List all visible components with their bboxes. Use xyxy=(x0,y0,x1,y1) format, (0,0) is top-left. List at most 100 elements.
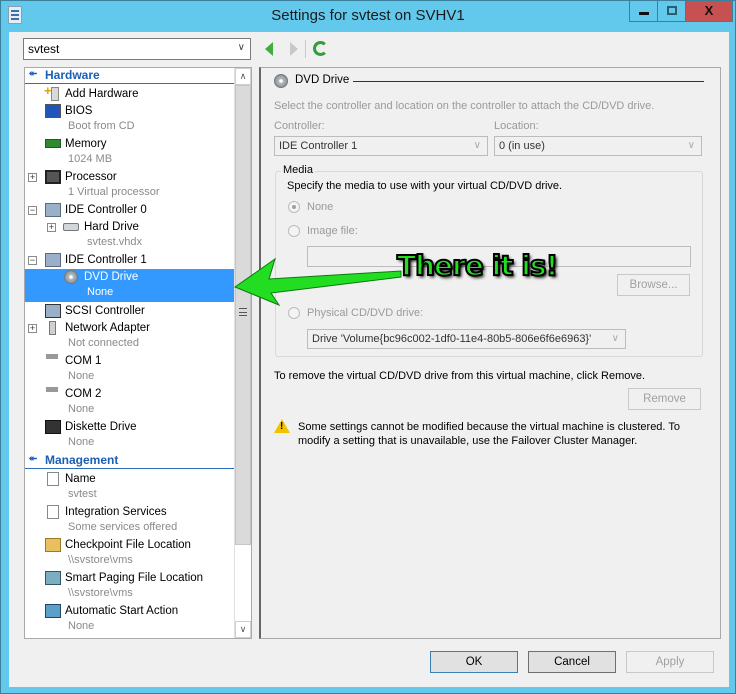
radio-physical-drive-label: Physical CD/DVD drive: xyxy=(307,307,424,319)
location-label: Location: xyxy=(494,120,539,132)
radio-none-label: None xyxy=(307,201,334,213)
tree-item-bios[interactable]: BIOS Boot from CD xyxy=(25,103,235,136)
remove-instructions: To remove the virtual CD/DVD drive from … xyxy=(274,370,646,382)
tree-item-com-1[interactable]: COM 1 None xyxy=(25,353,235,386)
expand-icon[interactable]: + xyxy=(47,223,56,232)
media-group-label: Media xyxy=(281,164,315,176)
grip-icon xyxy=(239,308,247,316)
location-select[interactable]: 0 (in use) ∨ xyxy=(494,136,702,156)
tree-item-scsi-controller[interactable]: SCSI Controller xyxy=(25,303,235,320)
bios-icon xyxy=(45,104,61,118)
memory-icon xyxy=(45,139,61,148)
collapse-chevron-icon[interactable]: ⯬ xyxy=(29,453,37,464)
tree-item-integration-services[interactable]: Integration Services Some services offer… xyxy=(25,504,235,537)
tree-item-hard-drive[interactable]: + Hard Drive svtest.vhdx xyxy=(25,219,235,252)
radio-physical-drive[interactable] xyxy=(288,307,300,319)
chevron-down-icon: ∨ xyxy=(237,42,245,53)
dvd-drive-icon xyxy=(64,270,78,284)
minimize-icon xyxy=(639,12,649,15)
maximize-button[interactable] xyxy=(658,1,686,21)
ide-controller-icon xyxy=(45,203,61,217)
controller-select[interactable]: IDE Controller 1 ∨ xyxy=(274,136,488,156)
scroll-down-button[interactable]: ∨ xyxy=(235,621,251,638)
tree-item-smart-paging-file-location[interactable]: Smart Paging File Location \\svstore\vms xyxy=(25,570,235,603)
network-adapter-icon xyxy=(49,321,56,335)
radio-none[interactable] xyxy=(288,201,300,213)
cancel-button[interactable]: Cancel xyxy=(528,651,616,673)
name-icon xyxy=(47,472,59,486)
close-icon: X xyxy=(704,3,714,18)
annotation-arrow-shape xyxy=(233,257,402,307)
section-header-hardware[interactable]: ⯬ Hardware xyxy=(25,68,235,84)
tree-item-automatic-start-action[interactable]: Automatic Start Action None xyxy=(25,603,235,636)
apply-button[interactable]: Apply xyxy=(626,651,714,673)
browse-button[interactable]: Browse... xyxy=(617,274,690,296)
controller-instructions: Select the controller and location on th… xyxy=(274,100,655,112)
dvd-drive-icon xyxy=(274,74,288,88)
collapse-icon[interactable]: − xyxy=(28,256,37,265)
section-header-management[interactable]: ⯬ Management xyxy=(25,453,235,469)
vm-selector-value: svtest xyxy=(28,42,60,56)
tree-item-ide-controller-0[interactable]: − IDE Controller 0 xyxy=(25,202,235,219)
dvd-drive-settings-pane: DVD Drive Select the controller and loca… xyxy=(259,67,721,639)
close-button[interactable]: X xyxy=(686,1,732,21)
tree-item-network-adapter[interactable]: + Network Adapter Not connected xyxy=(25,320,235,353)
group-divider xyxy=(353,81,704,82)
collapse-chevron-icon[interactable]: ⯬ xyxy=(29,68,37,79)
automatic-start-icon xyxy=(45,604,61,618)
controller-label: Controller: xyxy=(274,120,325,132)
physical-drive-select[interactable]: Drive 'Volume{bc96c002-1df0-11e4-80b5-80… xyxy=(307,329,626,349)
minimize-button[interactable] xyxy=(630,1,658,21)
window-title: Settings for svtest on SVHV1 xyxy=(271,7,465,24)
media-instructions: Specify the media to use with your virtu… xyxy=(287,180,563,192)
smart-paging-icon xyxy=(45,571,61,585)
group-title: DVD Drive xyxy=(295,74,350,86)
radio-image-file[interactable] xyxy=(288,225,300,237)
checkpoint-folder-icon xyxy=(45,538,61,552)
annotation-text: There it is! xyxy=(396,248,559,283)
tree-item-name[interactable]: Name svtest xyxy=(25,471,235,504)
scroll-up-button[interactable]: ∧ xyxy=(235,68,251,85)
tree-item-com-2[interactable]: COM 2 None xyxy=(25,386,235,419)
tree-item-dvd-drive[interactable]: DVD Drive None xyxy=(25,269,235,302)
ok-button[interactable]: OK xyxy=(430,651,518,673)
integration-services-icon xyxy=(47,505,59,519)
ide-controller-icon xyxy=(45,253,61,267)
radio-image-file-label: Image file: xyxy=(307,225,358,237)
tree-item-processor[interactable]: + Processor 1 Virtual processor xyxy=(25,169,235,202)
dialog-client: svtest ∨ ⯬ Hardware Add Hardware BIOS Bo… xyxy=(9,32,729,687)
tree-item-diskette-drive[interactable]: Diskette Drive None xyxy=(25,419,235,452)
add-hardware-icon xyxy=(44,83,59,101)
tree-item-checkpoint-file-location[interactable]: Checkpoint File Location \\svstore\vms xyxy=(25,537,235,570)
vm-selector[interactable]: svtest ∨ xyxy=(23,38,251,60)
cluster-warning-text: Some settings cannot be modified because… xyxy=(298,421,680,447)
tree-scrollbar[interactable]: ∧ ∨ xyxy=(234,68,251,638)
tree-item-add-hardware[interactable]: Add Hardware xyxy=(25,83,235,103)
remove-button[interactable]: Remove xyxy=(628,388,701,410)
back-arrow-icon[interactable] xyxy=(265,42,273,56)
annotation-arrow xyxy=(233,257,402,307)
title-bar[interactable]: Settings for svtest on SVHV1 X xyxy=(1,1,735,32)
chevron-down-icon: ∨ xyxy=(687,140,695,151)
maximize-icon xyxy=(667,6,677,15)
warning-icon xyxy=(274,419,290,433)
collapse-icon[interactable]: − xyxy=(28,206,37,215)
processor-icon xyxy=(45,170,61,184)
expand-icon[interactable]: + xyxy=(28,324,37,333)
com-port-icon xyxy=(46,354,58,366)
tree-item-ide-controller-1[interactable]: − IDE Controller 1 xyxy=(25,252,235,269)
hard-drive-icon xyxy=(63,223,79,231)
window-controls: X xyxy=(629,1,733,22)
forward-arrow-icon[interactable] xyxy=(290,42,298,56)
diskette-icon xyxy=(45,420,61,434)
scsi-controller-icon xyxy=(45,304,61,318)
refresh-icon[interactable] xyxy=(313,41,328,56)
toolbar-divider xyxy=(305,40,306,58)
expand-icon[interactable]: + xyxy=(28,173,37,182)
com-port-icon xyxy=(46,387,58,399)
scrollbar-thumb[interactable] xyxy=(235,85,251,545)
tree-item-memory[interactable]: Memory 1024 MB xyxy=(25,136,235,169)
chevron-down-icon: ∨ xyxy=(473,140,481,151)
chevron-down-icon: ∨ xyxy=(611,333,619,344)
settings-window: Settings for svtest on SVHV1 X svtest ∨ … xyxy=(0,0,736,694)
